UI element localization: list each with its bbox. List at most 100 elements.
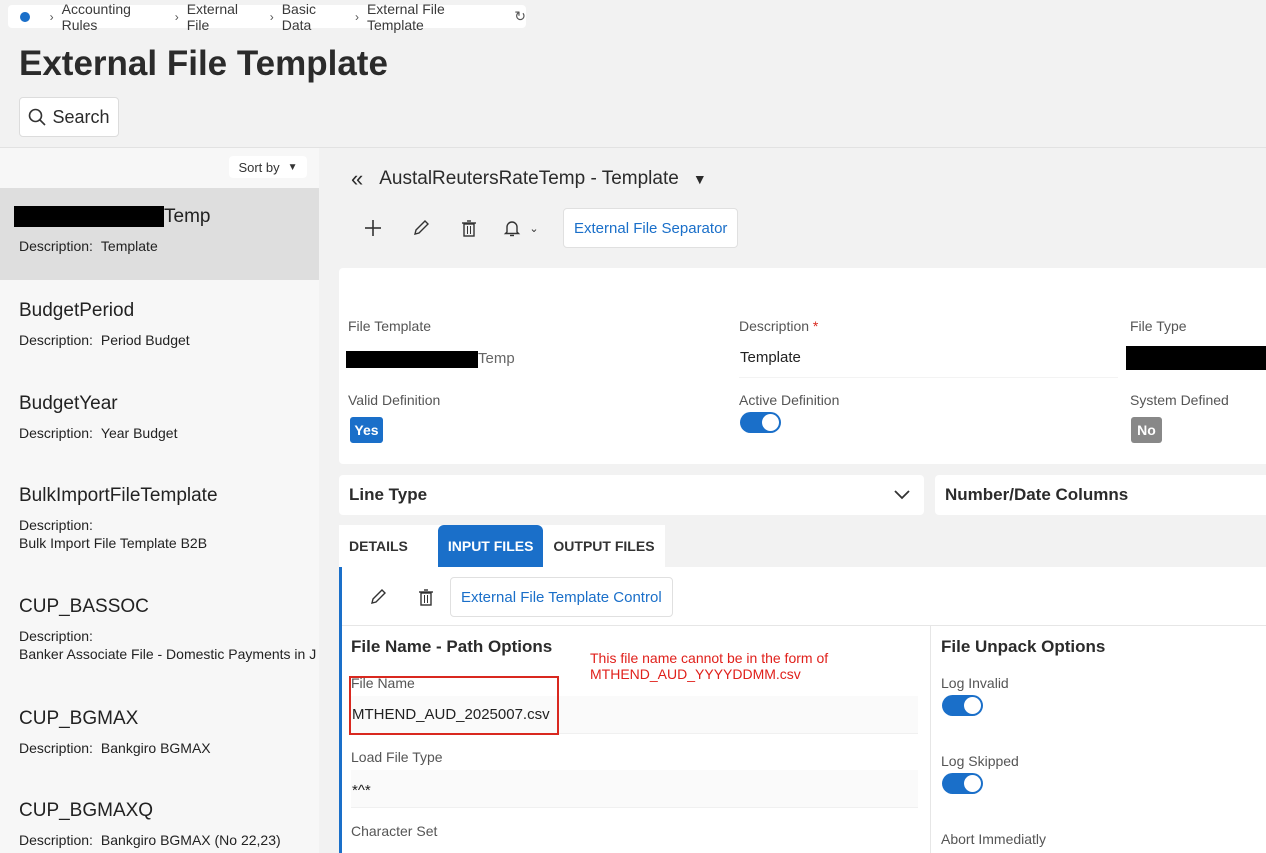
edit-icon[interactable] [354,577,402,617]
system-defined-badge: No [1131,417,1162,443]
search-label: Search [52,106,110,127]
active-definition-toggle[interactable] [740,412,781,433]
valid-definition-badge: Yes [350,417,383,443]
list-item[interactable]: CUP_BASSOC Description: Banker Associate… [0,596,319,662]
unpack-options-title: File Unpack Options [941,637,1106,656]
tab-details[interactable]: DETAILS [339,525,438,567]
line-type-section[interactable]: Line Type [339,475,924,515]
list-item-title: CUP_BASSOC [19,596,149,617]
tab-output-files[interactable]: OUTPUT FILES [543,525,664,567]
list-item-title: CUP_BGMAX [19,708,139,729]
breadcrumb-item-external-file[interactable]: External File [187,1,262,33]
search-button[interactable]: Search [19,97,119,137]
list-item[interactable]: CUP_BGMAXQ Description: Bankgiro BGMAX (N… [0,800,319,848]
list-item-desc-value: Banker Associate File - Domestic Payment… [19,646,317,662]
list-item[interactable]: BulkImportFileTemplate Description: Bulk… [0,485,319,551]
active-definition-label: Active Definition [739,392,840,408]
log-invalid-toggle[interactable] [942,695,983,716]
file-template-value: Temp [346,350,515,368]
chevron-right-icon: › [174,9,179,24]
annotation-line: MTHEND_AUD_YYYYDDMM.csv [590,666,801,682]
list-item-title: BudgetPeriod [19,300,135,321]
load-file-type-value: *^* [352,782,371,799]
add-icon[interactable] [349,208,397,248]
input-files-toolbar: External File Template Control [354,577,673,617]
record-header: « AustalReutersRateTemp - Template ▼ [351,166,707,192]
redacted-block [346,350,478,368]
record-detail: « AustalReutersRateTemp - Template ▼ ⌄ E… [319,148,1266,853]
list-item-desc-label: Description: [19,628,93,644]
record-toolbar: ⌄ External File Separator [349,208,739,248]
breadcrumb-item-basic-data[interactable]: Basic Data [282,1,347,33]
refresh-icon[interactable]: ↻ [514,8,526,25]
search-icon [29,108,47,126]
sort-by-label: Sort by [238,159,280,175]
load-file-type-field[interactable]: *^* [351,770,918,808]
sort-by-button[interactable]: Sort by ▼ [229,156,307,178]
breadcrumb-item-accounting-rules[interactable]: Accounting Rules [62,1,167,33]
record-list: Sort by ▼ Temp Description: Template Budg… [0,148,319,853]
desc-value: Template [100,238,158,254]
list-item-title-suffix: Temp [164,206,211,227]
annotation-note: This file name cannot be in the form of … [588,648,864,690]
list-item-title: BudgetYear [19,393,118,414]
file-template-label: File Template [348,318,432,334]
desc-label: Description: [19,425,93,441]
external-file-separator-button[interactable]: External File Separator [563,208,739,248]
valid-definition-label: Valid Definition [348,392,441,408]
list-item-title: Temp [14,206,319,228]
redacted-block [14,206,164,228]
description-label: Description * [739,318,818,334]
list-item[interactable]: BudgetYear Description: Year Budget [0,393,319,441]
list-item[interactable]: Temp Description: Template [0,188,319,280]
delete-icon[interactable] [402,577,450,617]
list-item-desc-label: Description: [19,517,93,533]
path-options-title: File Name - Path Options [351,637,553,656]
list-item-title: BulkImportFileTemplate [19,485,218,506]
file-template-suffix: Temp [478,350,515,367]
redacted-block [1126,346,1266,370]
chevron-right-icon: › [49,9,54,24]
edit-icon[interactable] [397,208,445,248]
home-icon[interactable] [20,11,30,22]
file-type-value[interactable] [1126,346,1266,370]
bell-icon[interactable]: ⌄ [493,208,549,248]
list-item-desc: Description: Bankgiro BGMAX (No 22,23) [19,832,319,848]
list-item[interactable]: BudgetPeriod Description: Period Budget [0,300,319,348]
required-marker: * [812,318,819,334]
collapse-list-icon[interactable]: « [351,166,363,192]
load-file-type-label: Load File Type [351,749,443,765]
external-file-template-control-button[interactable]: External File Template Control [450,577,673,617]
description-field[interactable]: Template [739,340,1118,378]
system-defined-label: System Defined [1130,392,1229,408]
list-item-title: CUP_BGMAXQ [19,800,154,821]
chevron-down-icon[interactable]: ⌄ [529,222,538,235]
list-item-desc: Description: Year Budget [19,425,319,441]
description-value: Template [740,349,801,366]
list-item-desc: Description: Period Budget [19,332,319,348]
caret-down-icon: ▼ [287,161,298,173]
log-skipped-label: Log Skipped [941,753,1019,769]
description-label-text: Description [739,318,810,334]
number-date-columns-section[interactable]: Number/Date Columns [935,475,1266,515]
desc-value: Bankgiro BGMAX [100,740,211,756]
log-skipped-toggle[interactable] [942,773,983,794]
annotation-highlight-box [349,676,559,735]
log-invalid-label: Log Invalid [941,675,1009,691]
list-item[interactable]: CUP_BGMAX Description: Bankgiro BGMAX [0,708,319,756]
desc-label: Description: [19,832,93,848]
delete-icon[interactable] [445,208,493,248]
caret-down-icon[interactable]: ▼ [693,171,707,187]
desc-label: Description: [19,332,93,348]
chevron-down-icon [892,484,912,509]
line-type-title: Line Type [349,485,428,504]
desc-value: Bankgiro BGMAX (No 22,23) [100,832,281,848]
input-files-panel: External File Template Control File Name… [339,567,1266,853]
divider [930,626,931,853]
character-set-label: Character Set [351,823,438,839]
breadcrumb-item-external-file-template: External File Template [366,0,445,33]
tab-input-files[interactable]: INPUT FILES [437,525,544,567]
abort-immediately-label: Abort Immediatly [941,831,1047,847]
desc-value: Year Budget [100,425,178,441]
list-item-desc-value: Bulk Import File Template B2B [19,535,208,551]
